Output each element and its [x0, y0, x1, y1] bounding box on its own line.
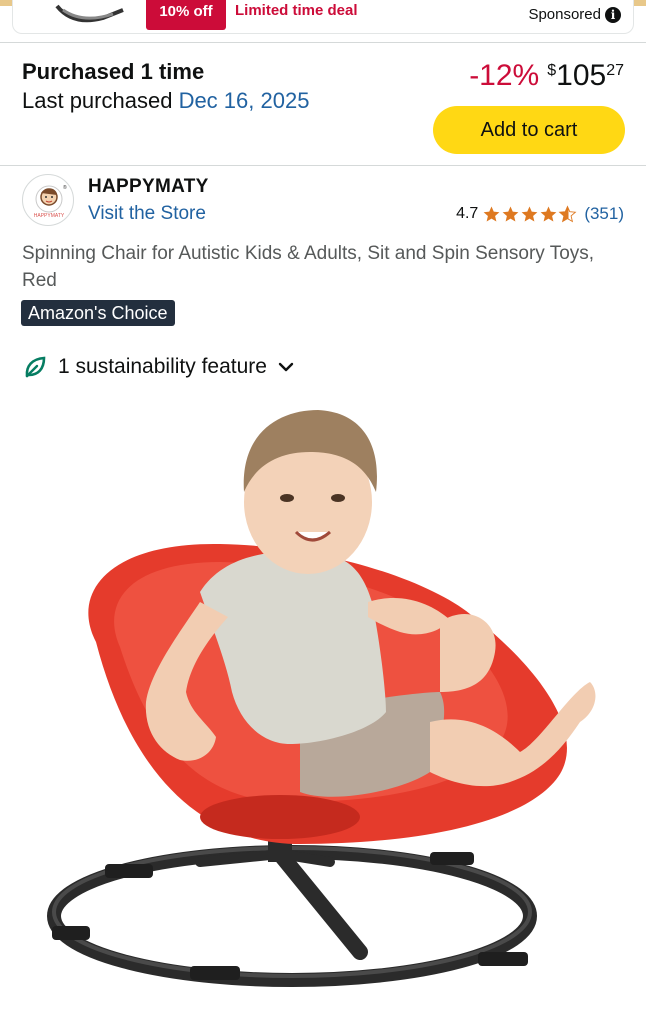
discount-percent: -12%: [469, 59, 540, 92]
star-icon-3: [521, 206, 538, 222]
chair-base: [47, 822, 537, 987]
rating-summary[interactable]: 4.7 (351): [456, 204, 624, 224]
price-block: -12% $ 105 27: [469, 58, 624, 94]
sponsored-ad-strip[interactable]: 10% off Limited time deal Sponsored i: [0, 0, 646, 42]
purchased-count: Purchased 1 time: [22, 59, 205, 84]
svg-text:®: ®: [63, 184, 67, 191]
limited-time-deal-label: Limited time deal: [235, 2, 358, 19]
star-icon-4: [540, 206, 557, 222]
price-fraction: 27: [606, 62, 624, 79]
info-icon[interactable]: i: [605, 6, 621, 23]
add-to-cart-button[interactable]: Add to cart: [433, 106, 625, 154]
deal-badge: 10% off: [146, 0, 226, 30]
ad-product-thumbnail[interactable]: [53, 0, 127, 26]
sustainability-feature-toggle[interactable]: 1 sustainability feature: [22, 354, 295, 380]
amazons-choice-badge: Amazon's Choice: [21, 300, 175, 326]
rating-value: 4.7: [456, 205, 479, 222]
star-icon-1: [483, 206, 500, 222]
rating-count-link[interactable]: (351): [584, 204, 624, 224]
price-currency: $: [547, 62, 557, 79]
price-whole: 105: [556, 59, 607, 92]
leaf-icon: [25, 356, 46, 378]
brand-name: HAPPYMATY: [88, 176, 209, 197]
brand-logo-graphic: HAPPYMATY ®: [34, 184, 67, 219]
chevron-down-icon: [278, 362, 294, 372]
product-image[interactable]: [0, 392, 646, 1020]
sponsored-label[interactable]: Sponsored i: [528, 6, 621, 23]
last-purchased-label: Last purchased: [22, 88, 173, 113]
brand-logo[interactable]: HAPPYMATY ®: [22, 174, 74, 226]
star-rating[interactable]: [482, 205, 577, 223]
sustainability-label: 1 sustainability feature: [58, 355, 267, 378]
brand-logo-text: HAPPYMATY: [34, 213, 65, 219]
sponsored-ad-card[interactable]: 10% off Limited time deal Sponsored i: [12, 0, 634, 34]
last-purchased: Last purchased Dec 16, 2025: [22, 88, 309, 114]
visit-store-link[interactable]: Visit the Store: [88, 203, 206, 225]
purchase-history-bar: Purchased 1 time Last purchased Dec 16, …: [0, 42, 646, 166]
sponsored-text: Sponsored: [528, 6, 601, 23]
star-icon-2: [502, 206, 519, 222]
last-purchased-date[interactable]: Dec 16, 2025: [179, 88, 310, 113]
star-half-icon: [558, 205, 577, 223]
product-title[interactable]: Spinning Chair for Autistic Kids & Adult…: [22, 240, 622, 294]
